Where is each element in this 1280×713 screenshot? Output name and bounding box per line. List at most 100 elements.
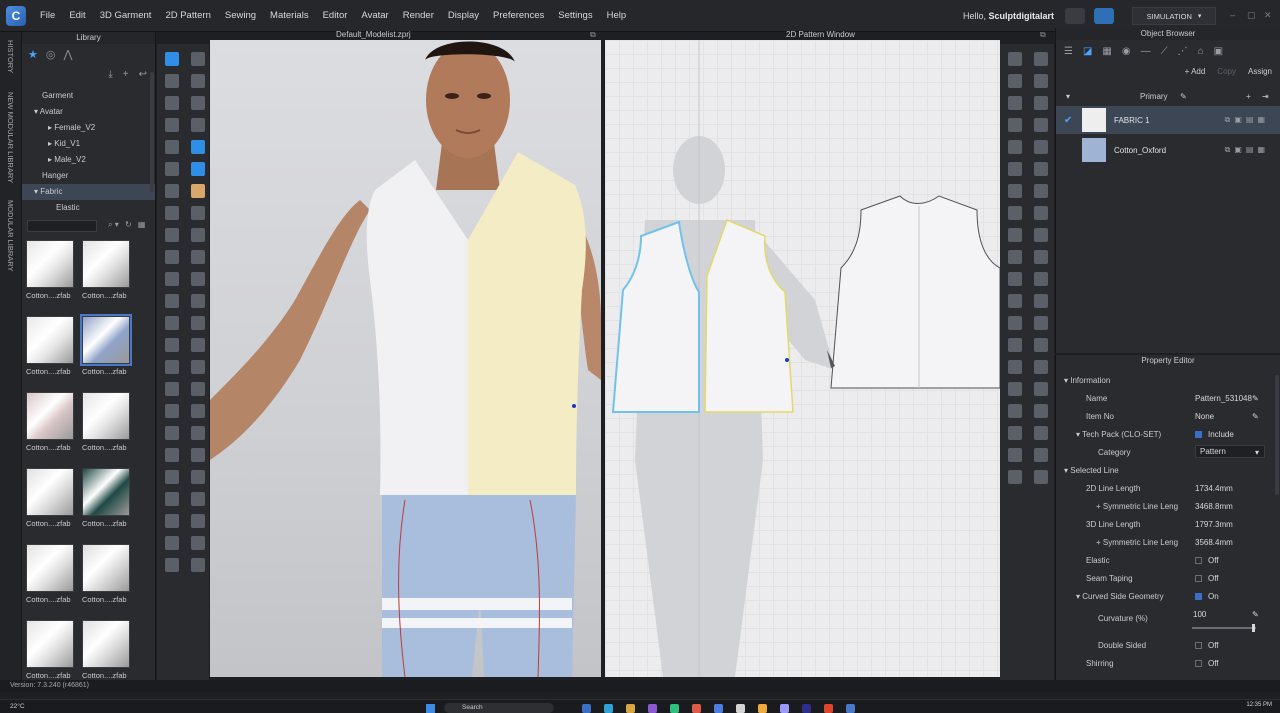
tree-item-male-v2[interactable]: ▸ Male_V2 <box>22 152 155 168</box>
tree-item-kid-v1[interactable]: ▸ Kid_V1 <box>22 136 155 152</box>
tool-icon[interactable] <box>191 250 205 264</box>
curvature-slider[interactable] <box>1192 627 1256 629</box>
tool-icon[interactable] <box>165 514 179 528</box>
tool-icon[interactable] <box>165 404 179 418</box>
pattern-piece-front-right[interactable] <box>704 219 794 413</box>
tool-icon[interactable] <box>191 206 205 220</box>
tool-icon[interactable] <box>165 470 179 484</box>
weather-widget[interactable]: 22°C <box>10 703 25 710</box>
fabric-thumbnail[interactable]: Cotton....zfab <box>80 314 132 376</box>
tool-icon[interactable] <box>1034 140 1048 154</box>
tool-icon[interactable] <box>191 118 205 132</box>
tool-icon[interactable] <box>191 272 205 286</box>
edit-icon[interactable]: ✎ <box>1252 412 1259 421</box>
list-icon[interactable]: ☰ <box>1064 46 1073 57</box>
fabric-thumbnail[interactable]: Cotton....zfab <box>82 544 132 604</box>
needle-icon[interactable]: ⟋ <box>1161 46 1168 57</box>
add-icon[interactable]: + <box>1246 92 1251 101</box>
library-search-input[interactable] <box>27 220 97 232</box>
menu-sewing[interactable]: Sewing <box>225 10 256 21</box>
taskbar-app-icon[interactable] <box>692 704 701 713</box>
item-no-field[interactable]: None <box>1195 412 1214 421</box>
window-toggle-icon[interactable]: ⧉ <box>1040 30 1046 40</box>
tool-icon[interactable] <box>191 294 205 308</box>
favorites-star-icon[interactable]: ★ <box>28 48 38 61</box>
tool-icon[interactable] <box>1034 294 1048 308</box>
tool-icon[interactable] <box>1034 74 1048 88</box>
tool-icon[interactable] <box>191 338 205 352</box>
tool-icon[interactable] <box>165 382 179 396</box>
app-logo-icon[interactable]: C <box>6 5 26 26</box>
clo-set-icon[interactable] <box>1094 8 1114 24</box>
taskbar-app-icon[interactable] <box>648 704 657 713</box>
tool-icon[interactable] <box>1008 184 1022 198</box>
tool-icon[interactable] <box>1034 184 1048 198</box>
tool-icon[interactable] <box>1008 294 1022 308</box>
tool-icon[interactable] <box>1034 52 1048 66</box>
window-toggle-icon[interactable]: ⧉ <box>590 30 596 40</box>
tool-icon[interactable] <box>165 228 179 242</box>
tool-icon[interactable] <box>1034 448 1048 462</box>
grid-view-icon[interactable]: ▦ <box>138 220 146 229</box>
chevron-down-icon[interactable]: ▾ <box>1255 448 1259 457</box>
fabric-thumbnail[interactable]: Cotton....zfab <box>26 468 76 528</box>
tool-icon[interactable] <box>191 228 205 242</box>
fabric-thumbnail[interactable]: Cotton....zfab <box>82 620 132 680</box>
tab-history[interactable]: HISTORY <box>6 40 15 73</box>
tool-icon[interactable] <box>191 536 205 550</box>
tree-item-avatar[interactable]: ▾ Avatar <box>22 104 155 120</box>
tool-icon[interactable] <box>165 250 179 264</box>
fabric-row-icons[interactable]: ⧉▣▤▦ <box>1225 145 1269 155</box>
tool-icon[interactable] <box>191 96 205 110</box>
tool-icon[interactable] <box>1008 272 1022 286</box>
tool-icon[interactable] <box>1008 250 1022 264</box>
add-icon[interactable]: + <box>123 69 129 80</box>
tool-icon[interactable] <box>191 184 205 198</box>
property-scrollbar[interactable] <box>1275 375 1279 495</box>
tool-icon[interactable] <box>1008 426 1022 440</box>
taskbar-app-icon[interactable] <box>780 704 789 713</box>
assign-button[interactable]: Assign <box>1248 67 1272 76</box>
tree-item-garment[interactable]: Garment <box>22 88 155 104</box>
line-icon[interactable]: — <box>1141 46 1151 57</box>
windows-start-icon[interactable] <box>426 704 435 713</box>
menu-file[interactable]: File <box>40 10 55 21</box>
tool-icon[interactable] <box>1034 206 1048 220</box>
menu-2d-pattern[interactable]: 2D Pattern <box>165 10 210 21</box>
tool-icon[interactable] <box>1008 96 1022 110</box>
tool-icon[interactable] <box>1034 228 1048 242</box>
curved-side-geometry-checkbox[interactable]: On <box>1195 592 1219 601</box>
graphic-icon[interactable]: ▣ <box>1214 46 1223 57</box>
tool-icon[interactable] <box>1008 228 1022 242</box>
tool-icon[interactable] <box>1034 426 1048 440</box>
tool-icon[interactable] <box>165 184 179 198</box>
fabric-thumbnail[interactable]: Cotton....zfab <box>82 240 132 300</box>
expand-icon[interactable]: ⇥ <box>1262 92 1269 101</box>
tool-icon[interactable] <box>1034 470 1048 484</box>
fabric-item[interactable]: ✔ FABRIC 1 ⧉▣▤▦ <box>1056 106 1280 134</box>
tool-icon[interactable] <box>1034 96 1048 110</box>
menu-edit[interactable]: Edit <box>69 10 85 21</box>
tool-icon[interactable] <box>165 74 179 88</box>
tool-icon[interactable] <box>1008 52 1022 66</box>
taskbar-search[interactable]: Search <box>444 703 554 713</box>
menu-materials[interactable]: Materials <box>270 10 309 21</box>
tool-icon[interactable] <box>191 140 205 154</box>
menu-render[interactable]: Render <box>403 10 434 21</box>
simulation-mode-dropdown[interactable]: SIMULATION ▾ <box>1132 7 1216 25</box>
tool-icon[interactable] <box>1034 162 1048 176</box>
2d-symmetric-length-field[interactable]: 3468.8mm <box>1195 502 1233 511</box>
tool-icon[interactable] <box>165 558 179 572</box>
menu-editor[interactable]: Editor <box>323 10 348 21</box>
techpack-checkbox[interactable]: Include <box>1195 430 1234 439</box>
fabric-icon[interactable]: ◪ <box>1083 46 1092 57</box>
library-scrollbar[interactable] <box>150 72 154 192</box>
tool-icon[interactable] <box>165 52 179 66</box>
hanger-icon[interactable]: ⋀ <box>63 48 72 61</box>
menu-help[interactable]: Help <box>607 10 627 21</box>
fabric-thumbnail[interactable]: Cotton....zfab <box>26 544 76 604</box>
2d-line-length-field[interactable]: 1734.4mm <box>1195 484 1233 493</box>
tool-icon[interactable] <box>165 96 179 110</box>
tool-icon[interactable] <box>191 316 205 330</box>
tool-icon[interactable] <box>1008 404 1022 418</box>
